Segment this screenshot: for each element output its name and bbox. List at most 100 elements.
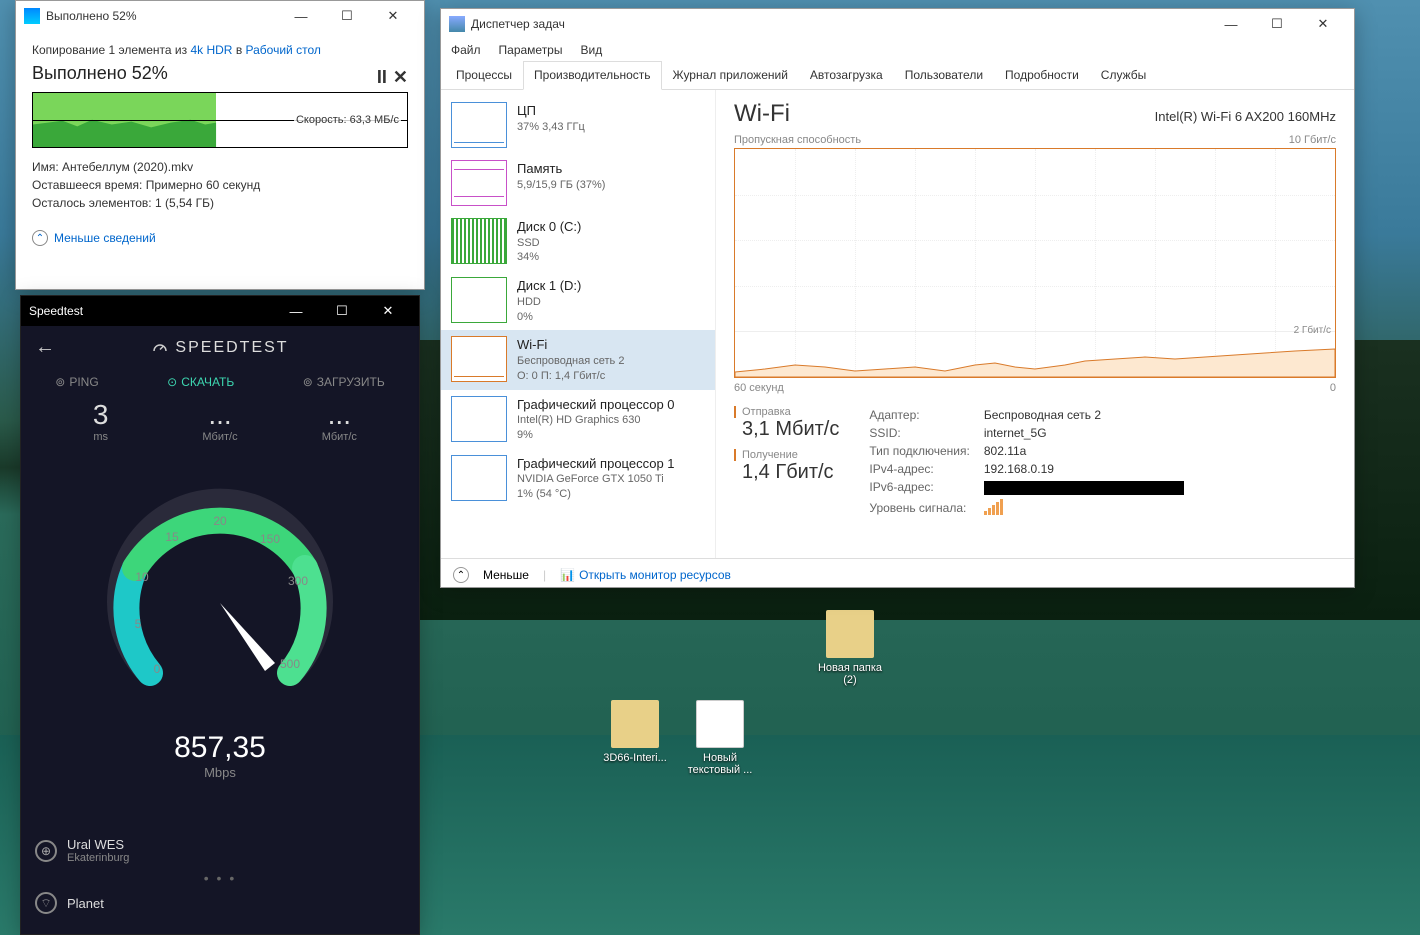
sidebar-item-gpu0[interactable]: Графический процессор 0Intel(R) HD Graph… [441,390,715,449]
svg-text:20: 20 [213,514,227,528]
window-title: Выполнено 52% [46,9,278,23]
chevron-up-icon: ⌃ [32,230,48,246]
copy-source-line: Копирование 1 элемента из 4k HDR в Рабоч… [32,43,408,57]
adapter-name: Intel(R) Wi-Fi 6 AX200 160MHz [1155,109,1336,124]
svg-text:15: 15 [165,530,179,544]
titlebar[interactable]: Диспетчер задач — ☐ ✕ [441,9,1354,39]
svg-text:5: 5 [135,617,142,631]
desktop-icon-folder[interactable]: Новая папка (2) [810,610,890,686]
server-row[interactable]: ⌔ Planet [35,886,405,920]
open-resource-monitor-link[interactable]: 📊Открыть монитор ресурсов [560,568,731,582]
tab-users[interactable]: Пользователи [894,61,994,90]
throughput-chart[interactable]: 2 Гбит/с [734,148,1336,378]
current-speed: 857,35 [21,731,419,765]
gauge-icon [151,339,169,357]
back-button[interactable]: ← [35,336,55,359]
receive-value: 1,4 Гбит/с [734,461,839,484]
sidebar-item-memory[interactable]: Память5,9/15,9 ГБ (37%) [441,154,715,212]
sidebar-item-gpu1[interactable]: Графический процессор 1NVIDIA GeForce GT… [441,449,715,508]
minimize-button[interactable]: — [273,296,319,326]
menu-options[interactable]: Параметры [499,43,563,57]
pause-button[interactable]: II [377,67,387,88]
tab-startup[interactable]: Автозагрузка [799,61,894,90]
window-title: Диспетчер задач [471,17,1208,31]
minimize-button[interactable]: — [1208,9,1254,39]
speedtest-window: Speedtest — ☐ ✕ ← SPEEDTEST ⊚PING ⊙СКАЧА… [20,295,420,935]
copy-icon [24,8,40,24]
speed-unit: Mbps [21,765,419,780]
desktop-icon-folder[interactable]: 3D66-Interi... [595,700,675,764]
tab-processes[interactable]: Процессы [445,61,523,90]
fewer-details-button[interactable]: Меньше [483,568,529,582]
svg-text:300: 300 [288,574,308,588]
copy-details: Имя: Антебеллум (2020).mkv Оставшееся вр… [32,158,408,212]
source-folder-link[interactable]: 4k HDR [190,43,232,57]
menu-file[interactable]: Файл [451,43,481,57]
close-button[interactable]: ✕ [365,296,411,326]
sidebar-item-disk0[interactable]: Диск 0 (C:)SSD34% [441,212,715,271]
tab-details[interactable]: Подробности [994,61,1090,90]
ping-value: 3 [61,399,141,431]
upload-icon: ⊚ [303,375,313,389]
globe-icon: ⊕ [35,840,57,862]
tab-services[interactable]: Службы [1090,61,1157,90]
receive-label: Получение [734,449,839,461]
monitor-icon: 📊 [560,568,575,582]
tabbar: Процессы Производительность Журнал прило… [441,61,1354,90]
minimize-button[interactable]: — [278,1,324,31]
tab-ping[interactable]: ⊚PING [55,375,98,389]
progress-title: Выполнено 52% [32,63,168,84]
tab-upload[interactable]: ⊚ЗАГРУЗИТЬ [303,375,385,389]
desktop-icon-textfile[interactable]: Новый текстовый ... [680,700,760,776]
download-icon: ⊙ [167,375,177,389]
send-label: Отправка [734,406,839,418]
titlebar[interactable]: Выполнено 52% — ☐ ✕ [16,1,424,31]
svg-text:0: 0 [154,662,161,676]
maximize-button[interactable]: ☐ [324,1,370,31]
cancel-button[interactable]: ✕ [393,67,408,88]
window-title: Speedtest [29,304,273,318]
ping-icon: ⊚ [55,375,65,389]
sidebar-item-disk1[interactable]: Диск 1 (D:)HDD0% [441,271,715,330]
menubar: Файл Параметры Вид [441,39,1354,61]
icon-label: 3D66-Interi... [595,752,675,764]
file-icon [696,700,744,748]
network-properties: Адаптер:Беспроводная сеть 2 SSID:interne… [869,406,1197,520]
titlebar[interactable]: Speedtest — ☐ ✕ [21,296,419,326]
chevron-up-icon: ⌃ [453,567,469,583]
icon-label: Новый текстовый ... [680,752,760,776]
taskmgr-icon [449,16,465,32]
fewer-details-button[interactable]: ⌃ Меньше сведений [32,230,408,246]
tab-apphistory[interactable]: Журнал приложений [662,61,799,90]
wifi-icon: ⌔ [35,892,57,914]
svg-text:150: 150 [260,532,280,546]
signal-bars-icon [984,499,1003,515]
menu-view[interactable]: Вид [580,43,602,57]
maximize-button[interactable]: ☐ [319,296,365,326]
performance-sidebar: ЦП37% 3,43 ГГц Память5,9/15,9 ГБ (37%) Д… [441,90,716,558]
upload-value: ... [299,399,379,431]
tab-download[interactable]: ⊙СКАЧАТЬ [167,375,234,389]
tab-performance[interactable]: Производительность [523,61,661,90]
separator-dots: • • • [35,870,405,886]
folder-icon [826,610,874,658]
task-manager-window: Диспетчер задач — ☐ ✕ Файл Параметры Вид… [440,8,1355,588]
sidebar-item-cpu[interactable]: ЦП37% 3,43 ГГц [441,96,715,154]
download-value: ... [180,399,260,431]
icon-label: Новая папка (2) [810,662,890,686]
progress-chart: Скорость: 63,3 МБ/с [32,92,408,148]
speedtest-logo: SPEEDTEST [55,339,385,357]
copy-speed: Скорость: 63,3 МБ/с [294,113,401,127]
ipv6-redacted [984,481,1184,495]
sidebar-item-wifi[interactable]: Wi-FiБеспроводная сеть 2О: 0 П: 1,4 Гбит… [441,330,715,389]
send-value: 3,1 Мбит/с [734,418,839,441]
isp-row[interactable]: ⊕ Ural WESEkaterinburg [35,831,405,870]
dest-folder-link[interactable]: Рабочий стол [246,43,321,57]
folder-icon [611,700,659,748]
file-copy-dialog: Выполнено 52% — ☐ ✕ Копирование 1 элемен… [15,0,425,290]
close-button[interactable]: ✕ [1300,9,1346,39]
panel-title: Wi-Fi [734,100,790,128]
svg-text:500: 500 [280,657,300,671]
close-button[interactable]: ✕ [370,1,416,31]
maximize-button[interactable]: ☐ [1254,9,1300,39]
